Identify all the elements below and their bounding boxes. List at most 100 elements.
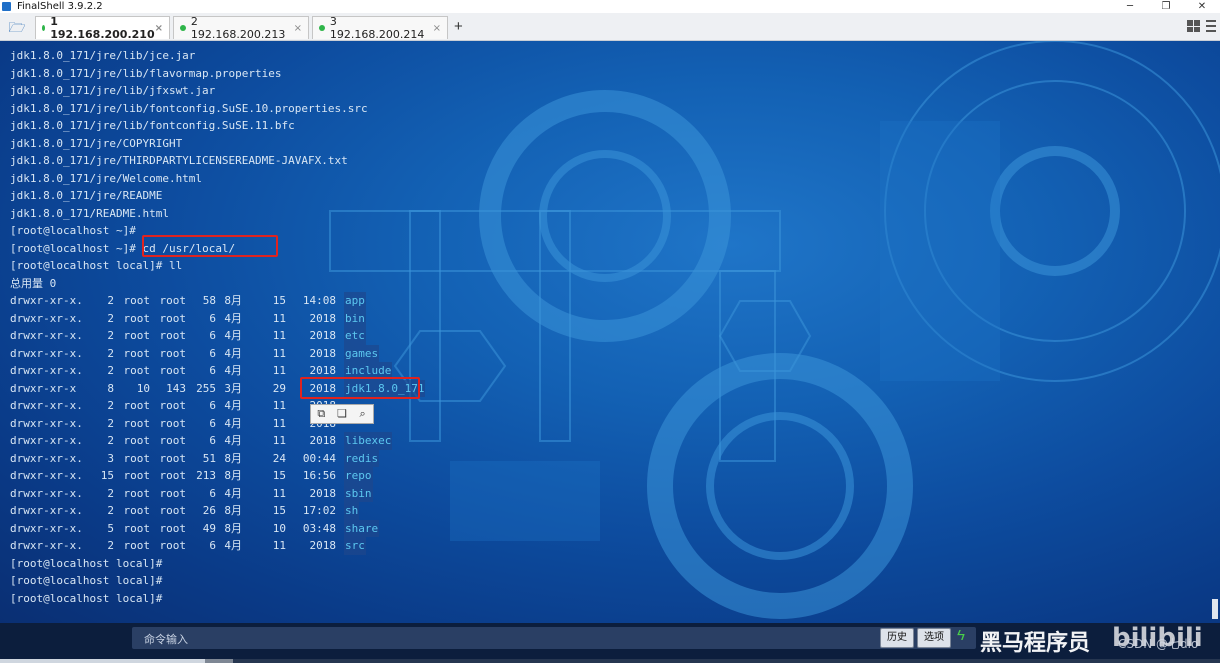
- listing-group: root: [159, 364, 187, 377]
- listing-perm: drwxr-xr-x.: [10, 416, 83, 430]
- listing-dir-name[interactable]: repo: [344, 467, 373, 485]
- listing-perm: drwxr-xr-x.: [10, 399, 83, 412]
- listing-group: 143: [166, 381, 186, 395]
- listing-month: 8月: [224, 469, 242, 482]
- listing-dir-name[interactable]: etc: [344, 327, 366, 345]
- listing-group: root: [159, 346, 187, 360]
- listing-day: 11: [272, 539, 286, 552]
- listing-group: root: [159, 311, 187, 325]
- listing-row: drwxr-xr-x. 2 root root 58 8月 15 14:08 app: [10, 292, 425, 310]
- listing-row: drwxr-xr-x. 2 root root 6 4月 11 2018 libexec: [10, 432, 425, 450]
- selection-popup-toolbar: ⧉ ❏ ⌕: [310, 404, 374, 424]
- listing-time: 2018: [309, 346, 337, 360]
- video-progress-bar[interactable]: [0, 659, 1220, 663]
- listing-month: 4月: [224, 434, 242, 447]
- listing-owner: root: [123, 451, 151, 465]
- listing-time: 2018: [309, 486, 337, 500]
- paste-icon[interactable]: ❏: [335, 407, 349, 421]
- progress-knob[interactable]: [205, 659, 233, 663]
- tab-close-icon[interactable]: ×: [294, 23, 302, 34]
- listing-size: 6: [209, 416, 216, 430]
- listing-month: 4月: [224, 329, 242, 342]
- listing-day: 11: [272, 364, 286, 377]
- tab-label: 3 192.168.200.214: [329, 15, 425, 41]
- listing-owner: root: [123, 294, 151, 307]
- listing-time: 2018: [309, 311, 337, 325]
- listing-owner: root: [123, 486, 151, 500]
- listing-size: 26: [202, 504, 216, 517]
- shell-prompt: [root@localhost local]#: [10, 556, 163, 570]
- output-line: jdk1.8.0_171/jre/COPYRIGHT: [10, 136, 183, 150]
- listing-dir-name[interactable]: src: [344, 537, 366, 555]
- listing-group: root: [159, 451, 187, 465]
- listing-group: root: [159, 539, 187, 552]
- listing-dir-name[interactable]: bin: [344, 309, 366, 327]
- add-tab-button[interactable]: +: [454, 18, 463, 35]
- listing-dir-name[interactable]: libexec: [344, 432, 393, 450]
- listing-perm: drwxr-xr-x.: [10, 311, 83, 325]
- listing-dir-name[interactable]: games: [344, 344, 380, 362]
- search-icon[interactable]: ⌕: [356, 407, 370, 421]
- listing-perm: drwxr-xr-x.: [10, 539, 83, 552]
- menu-icon[interactable]: [1206, 20, 1216, 32]
- listing-group: root: [159, 416, 187, 430]
- window-controls: ─ ❐ ✕: [1112, 0, 1220, 13]
- tab-close-icon[interactable]: ×: [155, 23, 163, 34]
- minimize-icon[interactable]: ─: [1112, 0, 1148, 13]
- listing-perm: drwxr-xr-x.: [10, 521, 83, 535]
- listing-links: 5: [107, 521, 114, 535]
- progress-fill: [0, 659, 233, 663]
- layout-grid-icon[interactable]: [1187, 20, 1200, 32]
- listing-month: 4月: [224, 399, 242, 412]
- listing-owner: root: [123, 329, 151, 342]
- listing-month: 4月: [224, 486, 242, 500]
- shell-prompt: [root@localhost ~]#: [10, 241, 136, 255]
- listing-dir-name[interactable]: redis: [344, 449, 380, 467]
- listing-dir-name[interactable]: sbin: [344, 484, 373, 502]
- listing-row: drwxr-xr-x. 5 root root 49 8月 10 03:48 share: [10, 519, 425, 537]
- listing-perm: drwxr-xr-x.: [10, 294, 83, 307]
- terminal-area[interactable]: jdk1.8.0_171/jre/lib/jce.jar jdk1.8.0_17…: [0, 41, 1220, 623]
- listing-day: 29: [272, 381, 286, 395]
- options-button[interactable]: 选项: [917, 628, 951, 648]
- terminal-scrollbar[interactable]: [1212, 599, 1218, 619]
- listing-owner: root: [123, 469, 151, 482]
- listing-links: 8: [107, 381, 114, 395]
- output-line: jdk1.8.0_171/jre/Welcome.html: [10, 171, 203, 185]
- listing-dir-name[interactable]: sh: [344, 502, 360, 520]
- tab-session-3[interactable]: 3 192.168.200.214 ×: [312, 15, 448, 41]
- lightning-icon[interactable]: ϟ: [957, 627, 965, 644]
- folder-icon[interactable]: 🗁: [6, 18, 28, 36]
- listing-day: 11: [272, 434, 286, 447]
- listing-owner: root: [123, 539, 151, 552]
- terminal-output: jdk1.8.0_171/jre/lib/jce.jar jdk1.8.0_17…: [10, 47, 426, 607]
- cd-command-highlight: [142, 235, 278, 257]
- tab-session-2[interactable]: 2 192.168.200.213 ×: [173, 15, 309, 41]
- listing-row: drwxr-xr-x. 2 root root 6 4月 11 2018 bin: [10, 309, 425, 327]
- tab-close-icon[interactable]: ×: [433, 23, 441, 34]
- close-icon[interactable]: ✕: [1184, 0, 1220, 13]
- restore-icon[interactable]: ❐: [1148, 0, 1184, 13]
- listing-dir-name[interactable]: app: [344, 292, 366, 310]
- listing-group: root: [159, 486, 187, 500]
- listing-owner: root: [123, 504, 151, 517]
- listing-links: 3: [107, 451, 114, 465]
- tab-session-1[interactable]: 1 192.168.200.210 ×: [35, 15, 170, 41]
- listing-day: 15: [272, 294, 286, 307]
- history-button[interactable]: 历史: [880, 628, 914, 648]
- connected-status-icon: [180, 25, 186, 31]
- watermark-text: 黑马程序员: [980, 631, 1091, 656]
- listing-size: 49: [202, 521, 216, 535]
- listing-perm: drwxr-xr-x: [10, 381, 77, 395]
- listing-month: 4月: [224, 416, 242, 430]
- copy-icon[interactable]: ⧉: [314, 407, 328, 421]
- listing-time: 16:56: [302, 469, 336, 482]
- output-line: jdk1.8.0_171/jre/lib/fontconfig.SuSE.10.…: [10, 101, 368, 115]
- listing-links: 2: [107, 364, 114, 377]
- listing-row: drwxr-xr-x. 2 root root 6 4月 11 2018 src: [10, 537, 425, 555]
- command-input[interactable]: 命令输入: [132, 627, 976, 649]
- listing-dir-name[interactable]: share: [344, 519, 380, 537]
- app-logo-icon: [2, 2, 11, 11]
- command-bar: 命令输入 历史 选项 ϟ 黑马程序员 bilibili CSDN @七dio: [0, 623, 1220, 663]
- listing-row: drwxr-xr-x. 3 root root 51 8月 24 00:44 redis: [10, 449, 425, 467]
